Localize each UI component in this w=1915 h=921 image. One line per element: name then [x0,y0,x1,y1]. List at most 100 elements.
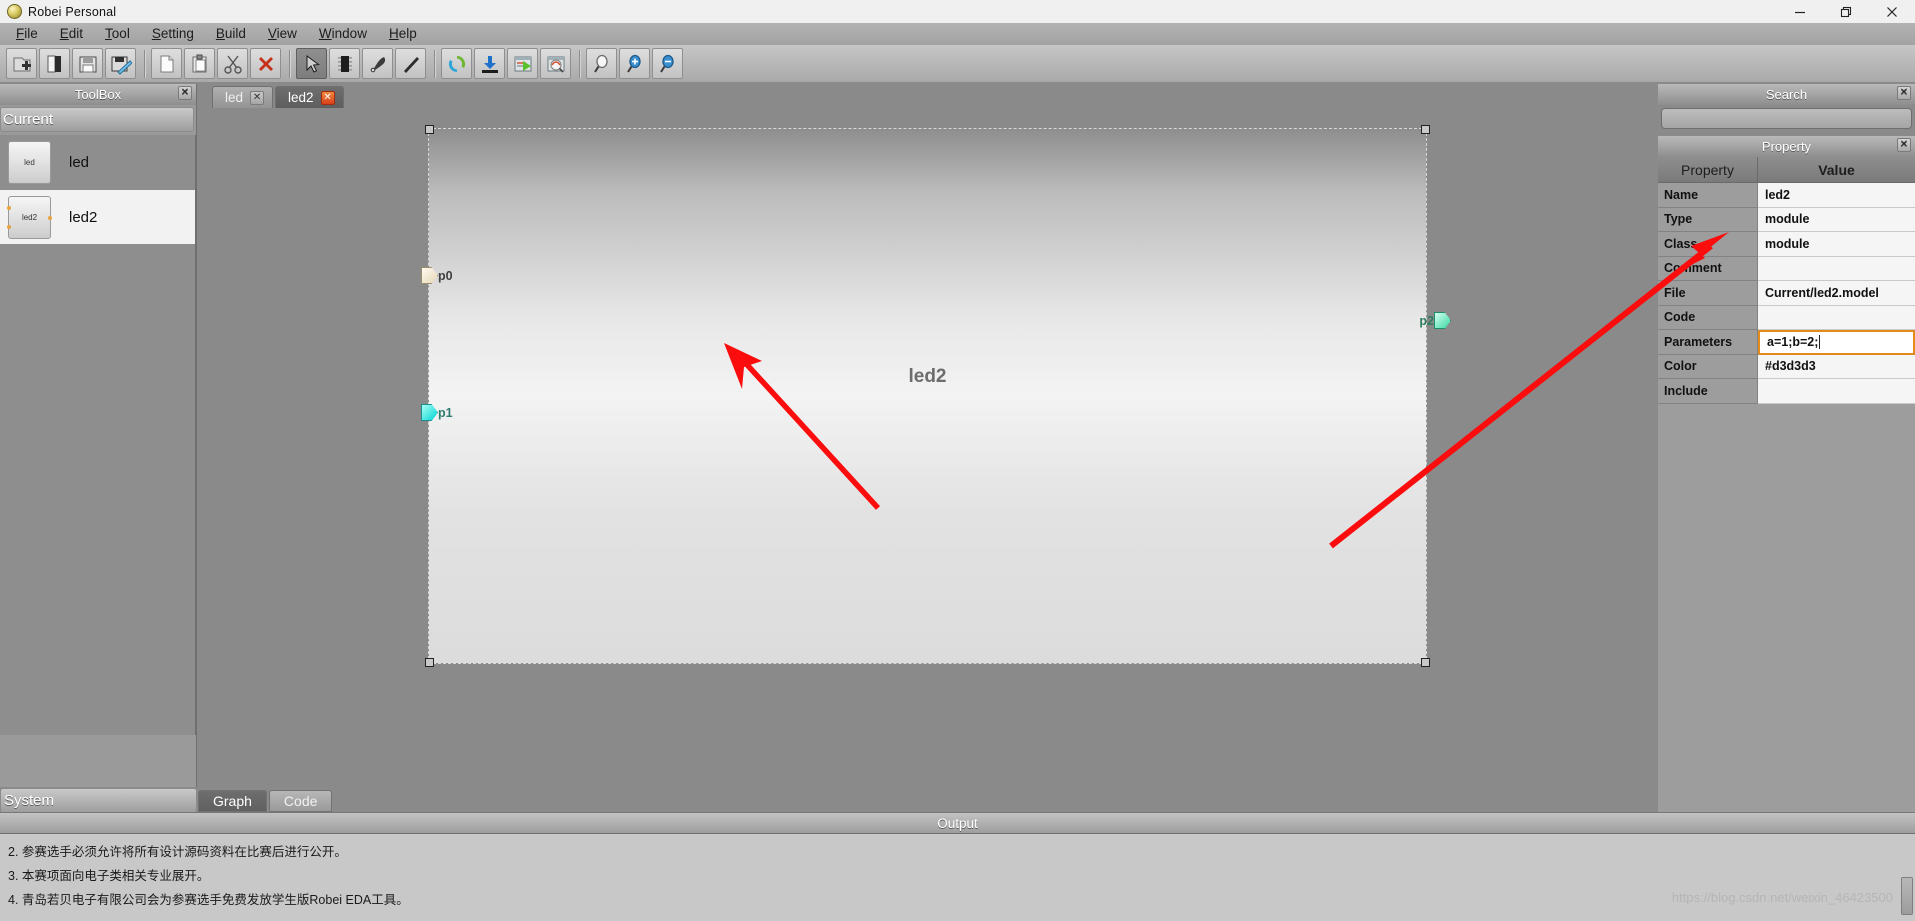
window-controls [1777,0,1915,23]
toolbox-current-label: Current [3,111,54,128]
toolbar-separator [434,49,435,78]
close-icon[interactable]: ✕ [178,86,192,100]
compile-run-icon[interactable] [507,48,538,79]
property-row: Include [1658,379,1915,404]
save-as-icon[interactable] [105,48,136,79]
port-p2[interactable]: p2 [1419,312,1451,329]
property-value-name[interactable]: led2 [1758,183,1915,208]
editor-tab-strip: led ✕ led2 ✕ [198,84,1657,108]
port-icon[interactable] [362,48,393,79]
output-line: 2. 参赛选手必须允许将所有设计源码资料在比赛后进行公开。 [8,845,347,859]
resize-handle-bl[interactable] [425,658,434,667]
property-row: File Current/led2.model [1658,281,1915,306]
port-p0[interactable]: p0 [421,267,453,284]
output-scrollbar[interactable] [1901,877,1913,915]
property-value-comment[interactable] [1758,256,1915,281]
design-canvas[interactable]: led2 p0 p1 p2 [198,108,1657,761]
robei-logo-icon [7,4,22,19]
close-icon[interactable]: ✕ [1897,86,1911,100]
cut-icon[interactable] [217,48,248,79]
output-line: 4. 青岛若贝电子有限公司会为参赛选手免费发放学生版Robei EDA工具。 [8,893,409,907]
toolbox-title: ToolBox [74,87,122,102]
zoom-out-icon[interactable] [652,48,683,79]
resize-handle-tl[interactable] [425,125,434,134]
zoom-icon[interactable] [586,48,617,79]
property-value-type[interactable]: module [1758,207,1915,232]
menu-item-tool[interactable]: Tool [94,24,141,44]
view-tab-code[interactable]: Code [268,790,333,812]
view-tab-graph[interactable]: Graph [198,790,267,812]
property-row: Comment [1658,256,1915,281]
editor-tab-led[interactable]: led ✕ [212,86,274,108]
toolbox-system-label: System [4,792,55,809]
property-key-include: Include [1658,379,1758,404]
property-table-filler [1658,403,1915,859]
toolbox-item-led[interactable]: led led [0,135,195,190]
wire-line-icon[interactable] [395,48,426,79]
output-title-bar: Output [0,812,1915,834]
toolbox-item-list: led led led2 led2 [0,135,196,735]
download-icon[interactable] [474,48,505,79]
module-block-led2[interactable]: led2 p0 p1 p2 [421,125,1451,667]
open-project-icon[interactable] [39,48,70,79]
close-icon[interactable] [1869,0,1915,23]
port-label: p2 [1419,313,1434,328]
property-value-class[interactable]: module [1758,232,1915,257]
property-key-name: Name [1658,183,1758,208]
menu-bar: File Edit Tool Setting Build View Window Help [0,23,1915,45]
menu-item-build[interactable]: Build [205,24,257,44]
toolbox-item-label: led [69,153,90,171]
menu-item-setting[interactable]: Setting [141,24,205,44]
property-value-parameters[interactable]: a=1;b=2; [1758,330,1915,355]
menu-item-edit[interactable]: Edit [49,24,94,44]
property-value-text: a=1;b=2; [1767,335,1819,350]
toolbox-current-group[interactable]: Current [0,107,194,132]
main-toolbar [0,45,1915,82]
simulate-icon[interactable] [540,48,571,79]
restore-icon[interactable] [1823,0,1869,23]
property-value-text: #d3d3d3 [1765,359,1816,374]
resize-handle-tr[interactable] [1421,125,1430,134]
close-icon[interactable]: ✕ [1897,138,1911,152]
toolbox-item-led2[interactable]: led2 led2 [0,190,195,245]
property-value-code[interactable] [1758,305,1915,330]
minimize-icon[interactable] [1777,0,1823,23]
menu-item-help[interactable]: Help [378,24,428,44]
select-pointer-icon[interactable] [296,48,327,79]
refresh-icon[interactable] [441,48,472,79]
menu-item-file[interactable]: File [5,24,49,44]
module-chip-icon[interactable] [329,48,360,79]
property-value-color[interactable]: #d3d3d3 [1758,354,1915,379]
toolbox-item-pin [7,205,11,210]
port-p1[interactable]: p1 [421,404,453,421]
property-value-text: Current/led2.model [1765,285,1879,300]
property-row: Color #d3d3d3 [1658,354,1915,379]
close-icon[interactable]: ✕ [250,90,265,105]
toolbox-item-thumbnail: led [8,140,51,184]
close-icon[interactable]: ✕ [320,90,335,105]
property-column-header: Property [1658,157,1758,182]
property-value-file[interactable]: Current/led2.model [1758,281,1915,306]
resize-handle-br[interactable] [1421,658,1430,667]
property-value-text: module [1765,212,1810,227]
property-key-type: Type [1658,207,1758,232]
menu-item-window[interactable]: Window [308,24,378,44]
property-title: Property [1761,139,1812,154]
editor-tab-led2[interactable]: led2 ✕ [275,86,344,108]
search-input[interactable] [1661,108,1912,129]
menu-item-view[interactable]: View [257,24,308,44]
toolbox-item-thumbnail: led2 [7,195,52,239]
paste-icon[interactable] [184,48,215,79]
property-row: Type module [1658,207,1915,232]
toolbox-panel: ToolBox ✕ Current led led led2 led2 [0,84,197,787]
toolbox-system-group[interactable]: System [0,788,197,813]
property-value-include[interactable] [1758,379,1915,404]
port-arrow-icon [421,267,438,284]
new-project-icon[interactable] [6,48,37,79]
zoom-in-icon[interactable] [619,48,650,79]
new-file-icon[interactable] [151,48,182,79]
editor-tab-label: led [225,90,244,105]
delete-icon[interactable] [250,48,281,79]
output-console[interactable]: 2. 参赛选手必须允许将所有设计源码资料在比赛后进行公开。 3. 本赛项面向电子类… [0,834,1915,921]
save-icon[interactable] [72,48,103,79]
